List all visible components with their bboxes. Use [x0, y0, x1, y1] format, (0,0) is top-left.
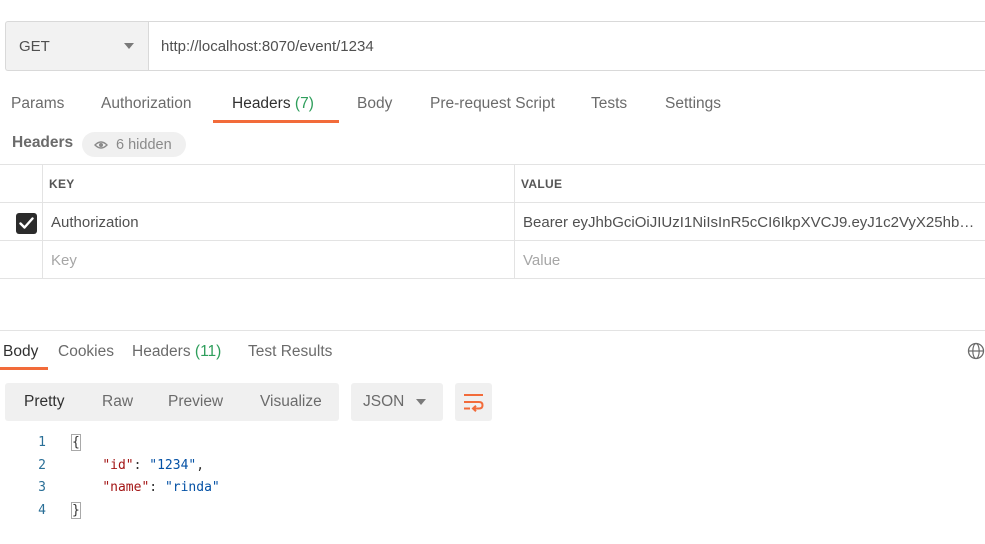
json-string: "1234" [149, 457, 197, 473]
active-tab-indicator [213, 120, 339, 123]
value-placeholder: Value [523, 251, 561, 269]
code-text: "name": "rinda" [102, 480, 220, 495]
header-value-text: Bearer eyJhbGciOiJIUzI1NiIsInR5cCI6IkpXV… [523, 213, 977, 231]
request-tabs: Params Authorization Headers (7) Body Pr… [0, 88, 985, 124]
tab-body[interactable]: Body [357, 88, 392, 124]
row-checkbox-cell [0, 241, 43, 279]
hidden-count-label: 6 hidden [116, 136, 172, 153]
wrap-lines-button[interactable] [455, 383, 492, 421]
line-number: 2 [38, 457, 46, 473]
key-placeholder: Key [51, 251, 77, 269]
wrap-lines-icon [464, 394, 484, 412]
format-raw-button[interactable]: Raw [102, 383, 133, 421]
json-key: "name" [102, 480, 150, 495]
code-line: 1 { [0, 432, 985, 455]
header-key-value: Authorization [51, 213, 139, 231]
tab-tests[interactable]: Tests [591, 88, 627, 124]
row-checkbox-cell [0, 203, 43, 241]
tab-label: Headers [232, 95, 291, 112]
tab-label: Headers [132, 343, 191, 360]
tab-label: Body [357, 95, 393, 112]
tab-label: Params [11, 95, 65, 112]
headers-table: KEY VALUE Authorization Bearer eyJhbGciO… [0, 164, 985, 279]
code-line: 2 "id": "1234", [0, 455, 985, 478]
tab-params[interactable]: Params [11, 88, 64, 124]
json-comma: , [196, 457, 205, 473]
value-column-header: VALUE [521, 177, 563, 191]
table-header-row: KEY VALUE [0, 165, 985, 203]
response-tab-body[interactable]: Body [3, 340, 38, 364]
tab-pre-request-script[interactable]: Pre-request Script [430, 88, 555, 124]
language-value: JSON [363, 393, 405, 410]
tab-count: (7) [294, 95, 314, 112]
new-key-field[interactable]: Key [43, 241, 515, 279]
checkbox-column-header [0, 165, 43, 203]
tab-label: Authorization [101, 95, 192, 112]
chevron-down-icon [124, 43, 134, 49]
method-value: GET [19, 37, 50, 55]
key-column-header: KEY [43, 165, 515, 203]
request-bar: GET http://localhost:8070/event/1234 [5, 21, 985, 71]
tab-label: Pre-request Script [430, 95, 555, 112]
code-text: } [71, 500, 81, 523]
line-number: 4 [38, 502, 46, 518]
json-key: "id" [102, 457, 134, 473]
url-value: http://localhost:8070/event/1234 [161, 37, 374, 55]
json-string: "rinda" [164, 480, 220, 495]
new-value-field[interactable]: Value [515, 241, 985, 279]
body-format-toolbar: Pretty Raw Preview Visualize [5, 383, 339, 421]
check-icon [19, 217, 34, 229]
header-value-field[interactable]: Bearer eyJhbGciOiJIUzI1NiIsInR5cCI6IkpXV… [515, 203, 985, 241]
tab-authorization[interactable]: Authorization [101, 88, 191, 124]
response-tab-cookies[interactable]: Cookies [58, 340, 114, 364]
eye-icon [94, 140, 108, 149]
code-line: 3 "name": "rinda" [0, 477, 985, 500]
header-key-field[interactable]: Authorization [43, 203, 515, 241]
open-brace: { [71, 434, 81, 451]
close-brace: } [71, 501, 81, 519]
table-row-new: Key Value [0, 241, 985, 279]
headers-heading: Headers [12, 134, 74, 151]
response-tabs: Body Cookies Headers (11) Test Results [0, 340, 985, 370]
tab-label: Settings [665, 95, 722, 112]
language-select[interactable]: JSON [351, 383, 443, 421]
format-visualize-button[interactable]: Visualize [260, 383, 322, 421]
code-text: "id": "1234", [102, 457, 205, 473]
tab-label: Test Results [248, 343, 333, 360]
response-body-viewer[interactable]: 1 { 2 "id": "1234", 3 "name": "rinda" 4 … [0, 432, 985, 522]
code-line: 4 } [0, 500, 985, 523]
line-number: 3 [38, 480, 46, 495]
chevron-down-icon [416, 399, 426, 405]
response-tab-test-results[interactable]: Test Results [248, 340, 332, 364]
code-text: { [71, 432, 81, 455]
table-row: Authorization Bearer eyJhbGciOiJIUzI1NiI… [0, 203, 985, 241]
active-response-tab-indicator [0, 367, 48, 370]
tab-headers[interactable]: Headers (7) [232, 88, 314, 124]
url-input[interactable]: http://localhost:8070/event/1234 [148, 21, 985, 71]
tab-count: (11) [194, 343, 222, 360]
header-enabled-checkbox[interactable] [16, 213, 37, 234]
method-select[interactable]: GET [5, 21, 148, 71]
tab-settings[interactable]: Settings [665, 88, 721, 124]
tab-label: Tests [591, 95, 628, 112]
format-pretty-button[interactable]: Pretty [24, 383, 64, 421]
hidden-headers-toggle[interactable]: 6 hidden [82, 132, 186, 157]
format-preview-button[interactable]: Preview [168, 383, 223, 421]
tab-label: Body [3, 343, 39, 360]
response-tab-headers[interactable]: Headers (11) [132, 340, 221, 364]
response-divider [0, 330, 985, 331]
tab-label: Cookies [58, 343, 114, 360]
globe-icon[interactable] [967, 342, 985, 360]
line-number: 1 [38, 435, 46, 450]
